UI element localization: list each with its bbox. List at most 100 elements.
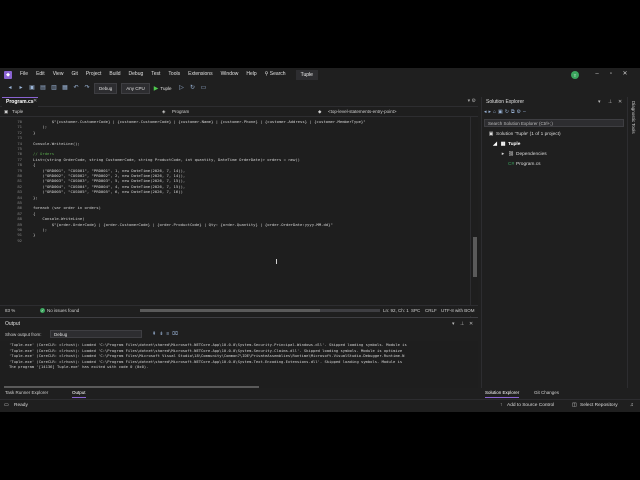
nav-type-icon: ◈ bbox=[162, 109, 166, 114]
panel-close-icon[interactable]: ✕ bbox=[469, 321, 473, 327]
close-icon[interactable]: ✕ bbox=[622, 71, 628, 78]
diagnostic-tools-tab[interactable]: Diagnostic Tools bbox=[631, 101, 636, 134]
nav-project-dropdown[interactable]: Tuple bbox=[12, 107, 23, 116]
line-number: 92 bbox=[17, 237, 22, 243]
code-line: 92 bbox=[0, 238, 470, 243]
csharp-project-icon: ▦ bbox=[500, 142, 506, 147]
output-tool-icons[interactable]: ⇞⇟≡⌧ bbox=[152, 331, 181, 337]
editor-horizontal-scrollbar[interactable] bbox=[140, 309, 380, 312]
tab-solution-explorer[interactable]: Solution Explorer bbox=[485, 388, 520, 398]
repository-icon: ◫ bbox=[572, 403, 577, 408]
tab-task-runner-explorer[interactable]: Task Runner Explorer bbox=[5, 388, 48, 397]
whitespace-mode[interactable]: SPC bbox=[411, 306, 420, 316]
menu-git[interactable]: Git bbox=[67, 68, 81, 81]
solution-title: Tuple bbox=[295, 69, 318, 80]
output-title: Output bbox=[5, 321, 21, 327]
menu-bar: ◆ File Edit View Git Project Build Debug… bbox=[0, 68, 640, 81]
avatar[interactable]: T bbox=[571, 71, 579, 79]
line-ending[interactable]: CRLF bbox=[425, 306, 437, 316]
menu-extensions[interactable]: Extensions bbox=[184, 68, 216, 81]
open-icon[interactable]: ▤ bbox=[39, 84, 47, 92]
toolbar-extra-icon[interactable]: ▭ bbox=[200, 84, 208, 92]
tree-solution[interactable]: ▣ Solution 'Tuple' (1 of 1 project) bbox=[488, 132, 561, 137]
tab-settings-icon[interactable]: ▾ ⚙ bbox=[468, 97, 476, 106]
notifications-icon[interactable]: ♫ bbox=[630, 400, 634, 412]
menu-debug[interactable]: Debug bbox=[125, 68, 148, 81]
back-icon[interactable]: ◂ bbox=[6, 84, 14, 92]
minimize-icon[interactable]: – bbox=[594, 71, 600, 78]
editor-horizontal-thumb[interactable] bbox=[140, 309, 320, 312]
output-text[interactable]: 'Tuple.exe' (CoreCLR: clrhost): Loaded '… bbox=[0, 341, 478, 391]
solution-explorer-toolbar[interactable]: ◂▸⌂▣↻⧉⚙– bbox=[484, 109, 528, 115]
configuration-dropdown[interactable]: Debug bbox=[94, 82, 118, 94]
zoom-level[interactable]: 83 % bbox=[5, 306, 15, 316]
menu-view[interactable]: View bbox=[49, 68, 68, 81]
source-control-icon: ↑ bbox=[500, 403, 503, 408]
menu-edit[interactable]: Edit bbox=[32, 68, 49, 81]
menu-tools[interactable]: Tools bbox=[164, 68, 184, 81]
editor-status-bar: 83 % ✓ No issues found Ln: 92, Ch: 1 SPC … bbox=[0, 305, 478, 316]
tab-output[interactable]: Output bbox=[72, 388, 86, 398]
platform-dropdown[interactable]: Any CPU bbox=[121, 82, 150, 94]
se-close-icon[interactable]: ✕ bbox=[618, 99, 622, 105]
menu-help[interactable]: Help bbox=[242, 68, 260, 81]
search-label: Search bbox=[269, 71, 286, 77]
right-tool-rail: Diagnostic Tools bbox=[627, 97, 640, 388]
hot-reload-icon[interactable]: ↻ bbox=[189, 84, 197, 92]
tree-dependencies[interactable]: ▸ ⛓ Dependencies bbox=[500, 152, 547, 157]
nav-type-dropdown[interactable]: Program bbox=[172, 107, 189, 116]
visual-studio-window: ◆ File Edit View Git Project Build Debug… bbox=[0, 68, 640, 412]
tree-project[interactable]: ◢ ▦ Tuple bbox=[492, 142, 520, 147]
se-pin-icon[interactable]: ⊥ bbox=[608, 99, 612, 105]
select-repository[interactable]: Select Repository bbox=[580, 400, 618, 412]
output-source-dropdown[interactable]: Debug bbox=[50, 330, 142, 338]
status-bar: ▭ Ready ↑ Add to Source Control ◫ Select… bbox=[0, 399, 640, 412]
panel-menu-icon[interactable]: ▾ bbox=[452, 321, 455, 327]
pin-icon[interactable]: ⊥ bbox=[460, 321, 464, 327]
run-label: Tuple bbox=[160, 85, 172, 91]
check-icon: ✓ bbox=[40, 308, 45, 314]
add-to-source-control[interactable]: Add to Source Control bbox=[507, 400, 554, 412]
menu-test[interactable]: Test bbox=[147, 68, 164, 81]
menu-build[interactable]: Build bbox=[105, 68, 124, 81]
undo-icon[interactable]: ↶ bbox=[72, 84, 80, 92]
nav-project-icon: ▣ bbox=[4, 109, 9, 114]
se-menu-icon[interactable]: ▾ bbox=[598, 99, 601, 105]
cursor-position[interactable]: Ln: 92, Ch: 1 bbox=[383, 306, 409, 316]
tree-program-cs[interactable]: C# Program.cs bbox=[508, 162, 541, 167]
tab-close-icon[interactable]: ✕ bbox=[33, 97, 37, 106]
play-icon: ▶ bbox=[153, 85, 159, 92]
editor-scroll-thumb[interactable] bbox=[473, 237, 477, 277]
tree-project-label: Tuple bbox=[508, 142, 521, 147]
editor-tab-strip: Program.cs ✕ ▾ ⚙ bbox=[0, 97, 478, 107]
navigation-bar: ▣ Tuple ◈ Program ◆ <top-level-statement… bbox=[0, 107, 478, 117]
nav-member-dropdown[interactable]: <top-level-statements-entry-point> bbox=[328, 107, 397, 116]
redo-icon[interactable]: ↷ bbox=[83, 84, 91, 92]
output-line: The program '[14136] Tuple.exe' has exit… bbox=[9, 364, 149, 370]
dependencies-icon: ⛓ bbox=[508, 152, 515, 157]
issues-indicator[interactable]: ✓ No issues found bbox=[40, 306, 79, 316]
new-item-icon[interactable]: ▣ bbox=[28, 84, 36, 92]
file-encoding[interactable]: UTF-8 with BOM bbox=[441, 306, 475, 316]
visual-studio-logo-icon: ◆ bbox=[4, 70, 12, 79]
tree-solution-label: Solution 'Tuple' (1 of 1 project) bbox=[496, 132, 561, 137]
solution-icon: ▣ bbox=[488, 132, 494, 137]
start-without-debugging-icon[interactable]: ▷ bbox=[178, 84, 186, 92]
save-all-icon[interactable]: ▦ bbox=[61, 84, 69, 92]
ready-icon: ▭ bbox=[4, 403, 9, 408]
run-button[interactable]: ▶ Tuple bbox=[154, 85, 172, 92]
expand-chevron-icon: ◢ bbox=[493, 142, 497, 147]
solution-search-input[interactable]: Search Solution Explorer (Ctrl+;) bbox=[484, 119, 624, 127]
menu-window[interactable]: Window bbox=[217, 68, 243, 81]
text-cursor bbox=[276, 259, 277, 264]
tab-git-changes[interactable]: Git Changes bbox=[534, 388, 559, 397]
tree-program-cs-label: Program.cs bbox=[516, 162, 541, 167]
csharp-file-icon: C# bbox=[508, 162, 515, 167]
menu-project[interactable]: Project bbox=[82, 68, 106, 81]
issues-label: No issues found bbox=[47, 308, 80, 313]
menu-file[interactable]: File bbox=[16, 68, 32, 81]
maximize-icon[interactable]: ▫ bbox=[608, 71, 614, 78]
search-button[interactable]: ⚲ Search bbox=[261, 68, 290, 81]
save-icon[interactable]: ▥ bbox=[50, 84, 58, 92]
forward-icon[interactable]: ▸ bbox=[17, 84, 25, 92]
